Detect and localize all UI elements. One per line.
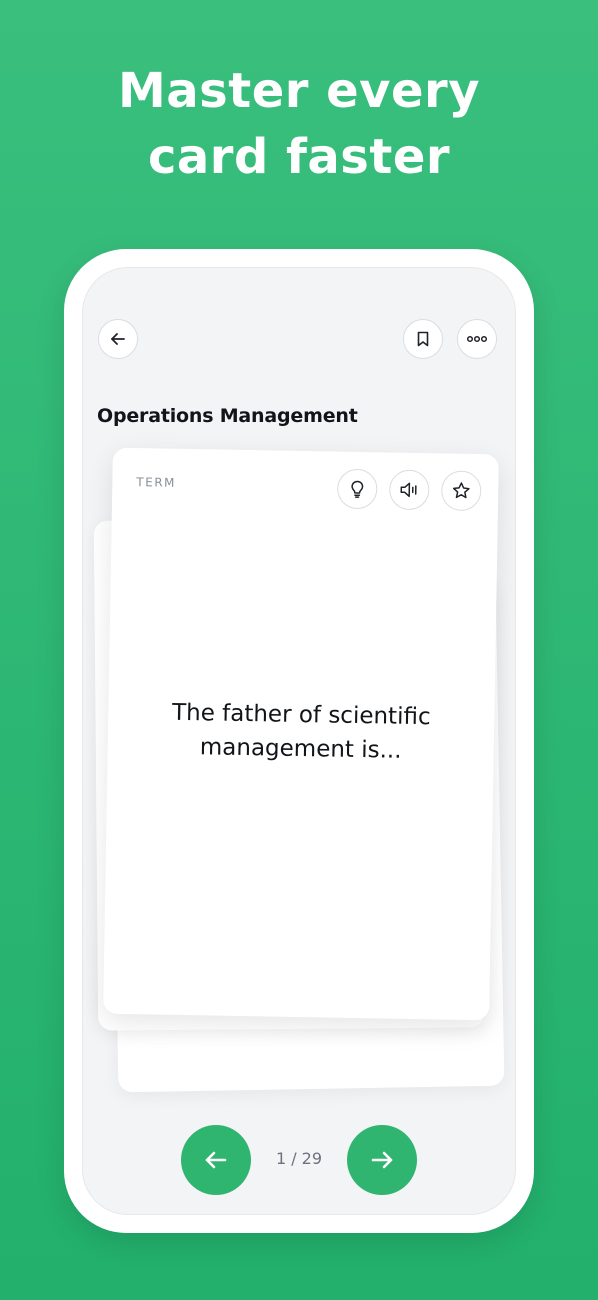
back-button[interactable]: [98, 319, 138, 359]
headline: Master every card faster: [0, 58, 598, 190]
arrow-left-icon: [205, 1151, 227, 1169]
speaker-icon: [400, 482, 417, 498]
lightbulb-icon: [351, 480, 364, 498]
more-horizontal-icon: [466, 335, 488, 343]
arrow-right-icon: [371, 1151, 393, 1169]
arrow-left-icon: [111, 333, 125, 345]
bookmark-icon: [417, 331, 429, 347]
flashcard[interactable]: TERM The father of scientific management…: [103, 447, 499, 1021]
headline-line-2: card faster: [147, 129, 451, 185]
more-options-button[interactable]: [457, 319, 497, 359]
bookmark-button[interactable]: [403, 319, 443, 359]
star-icon: [452, 482, 470, 499]
audio-button[interactable]: [388, 469, 430, 511]
card-counter: 1 / 29: [275, 1149, 323, 1168]
headline-line-1: Master every: [118, 63, 480, 119]
card-term-text: The father of scientific management is..…: [137, 695, 464, 769]
next-card-button[interactable]: [347, 1125, 417, 1195]
phone-frame: Operations Management TERM The father of…: [64, 249, 534, 1233]
previous-card-button[interactable]: [181, 1125, 251, 1195]
hint-button[interactable]: [336, 468, 378, 510]
deck-title: Operations Management: [97, 405, 358, 427]
favorite-button[interactable]: [440, 470, 482, 512]
card-term-line-2: management is...: [199, 734, 402, 764]
card-side-label: TERM: [136, 475, 177, 490]
card-term-line-1: The father of scientific: [171, 699, 431, 731]
phone-screen: Operations Management TERM The father of…: [82, 267, 516, 1215]
